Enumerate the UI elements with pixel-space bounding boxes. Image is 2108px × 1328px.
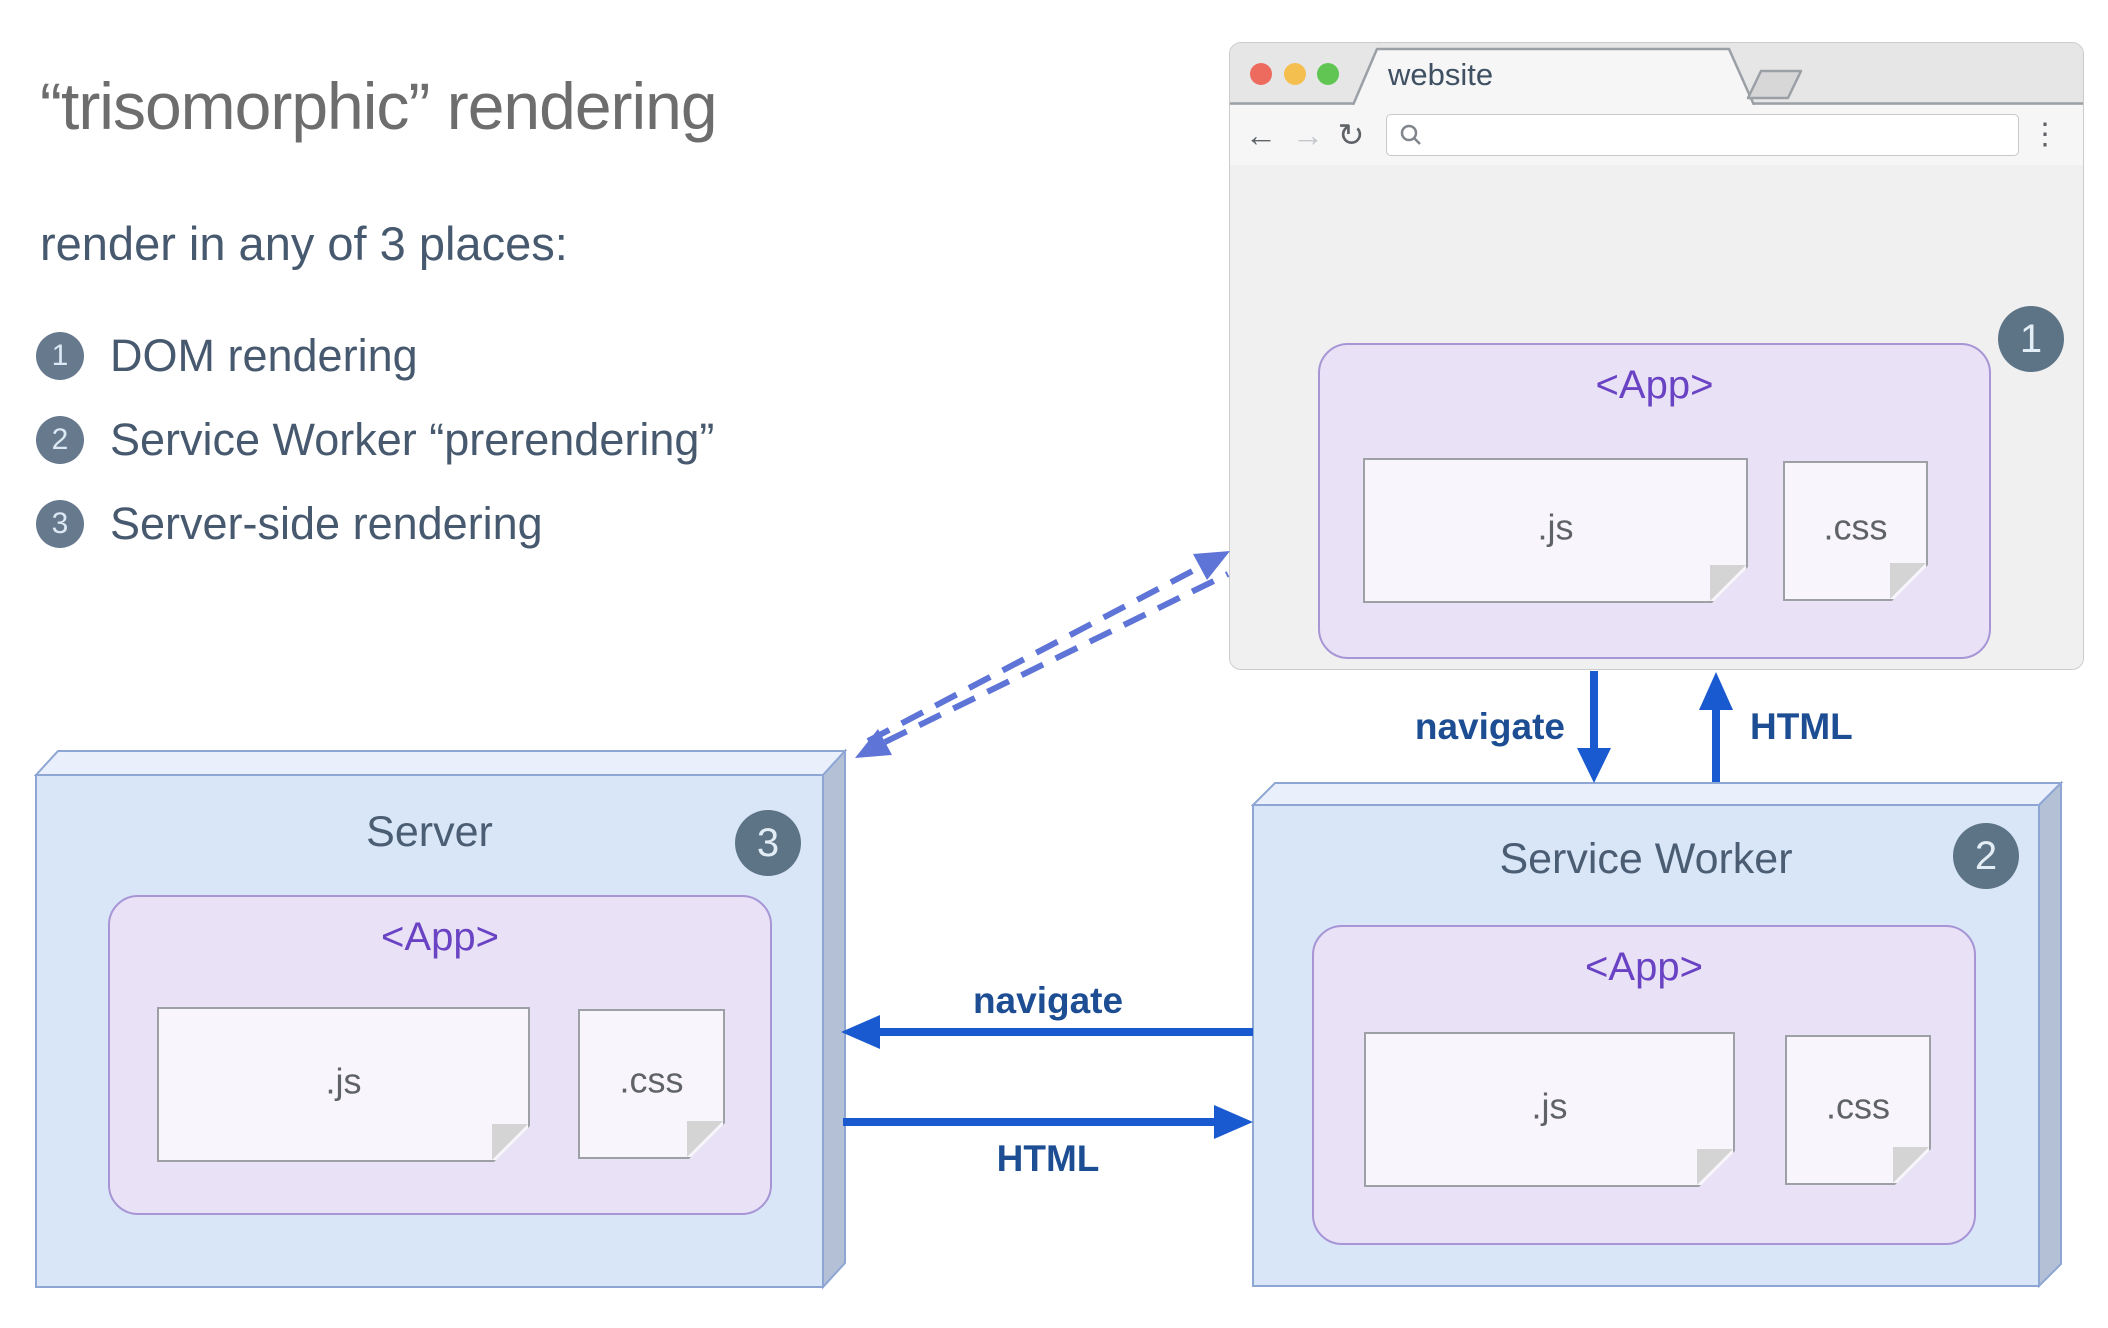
browser-menu-icon[interactable]: ⋮ xyxy=(2030,115,2060,155)
forward-button[interactable]: → xyxy=(1288,113,1328,157)
js-file-label: .js xyxy=(1531,1085,1568,1127)
browser-viewport: 1 <App> .js .css xyxy=(1230,165,2083,669)
navigate-left-label: navigate xyxy=(972,980,1124,1021)
server-title: Server xyxy=(366,808,493,856)
step-badge-2: 2 xyxy=(1953,823,2019,889)
page-fold xyxy=(1890,563,1926,599)
url-bar[interactable] xyxy=(1386,114,2019,156)
navigate-down-label: navigate xyxy=(1414,706,1565,747)
html-right-label: HTML xyxy=(996,1138,1100,1179)
minimize-window-icon[interactable] xyxy=(1284,63,1306,85)
new-tab-button[interactable] xyxy=(1746,69,1803,100)
reload-button[interactable]: ↻ xyxy=(1331,113,1371,157)
tab-shapes xyxy=(1230,47,2083,105)
css-file-label: .css xyxy=(619,1059,684,1101)
maximize-window-icon[interactable] xyxy=(1317,63,1339,85)
app-label: <App> xyxy=(381,915,499,959)
step-badge-1: 1 xyxy=(1998,306,2064,372)
css-file-icon: .css xyxy=(1783,461,1928,601)
css-file-icon: .css xyxy=(1785,1035,1931,1185)
html-up-label: HTML xyxy=(1750,706,1853,747)
js-file-icon: .js xyxy=(157,1007,530,1162)
page-fold xyxy=(492,1124,528,1160)
diagram-canvas: “trisomorphic” rendering render in any o… xyxy=(0,0,2108,1328)
close-window-icon[interactable] xyxy=(1250,63,1272,85)
js-file-icon: .js xyxy=(1364,1032,1735,1187)
css-file-label: .css xyxy=(1825,1085,1890,1127)
page-fold xyxy=(687,1121,723,1157)
browser-tab-bar: website xyxy=(1230,43,2083,105)
browser-toolbar: ← → ↻ ⋮ xyxy=(1230,105,2083,166)
service-worker-app-box: <App> .js .css xyxy=(1312,925,1976,1245)
page-fold xyxy=(1697,1149,1733,1185)
browser-tab[interactable]: website xyxy=(1388,57,1493,93)
app-label: <App> xyxy=(1595,363,1714,407)
browser-window: website ← → ↻ ⋮ 1 <App> .js .css xyxy=(1229,42,2084,670)
server-app-box: <App> .js .css xyxy=(108,895,772,1215)
page-fold xyxy=(1710,565,1746,601)
css-file-icon: .css xyxy=(578,1009,725,1159)
page-fold xyxy=(1893,1147,1929,1183)
browser-app-box: <App> .js .css xyxy=(1318,343,1991,659)
js-file-label: .js xyxy=(1537,506,1574,548)
js-file-icon: .js xyxy=(1363,458,1748,603)
back-button[interactable]: ← xyxy=(1241,113,1281,157)
url-input[interactable] xyxy=(1433,120,2018,150)
service-worker-title: Service Worker xyxy=(1499,835,1793,883)
app-label: <App> xyxy=(1585,945,1703,989)
search-icon xyxy=(1400,124,1421,145)
css-file-label: .css xyxy=(1823,506,1888,548)
js-file-label: .js xyxy=(325,1060,362,1102)
step-badge-3: 3 xyxy=(735,810,801,876)
